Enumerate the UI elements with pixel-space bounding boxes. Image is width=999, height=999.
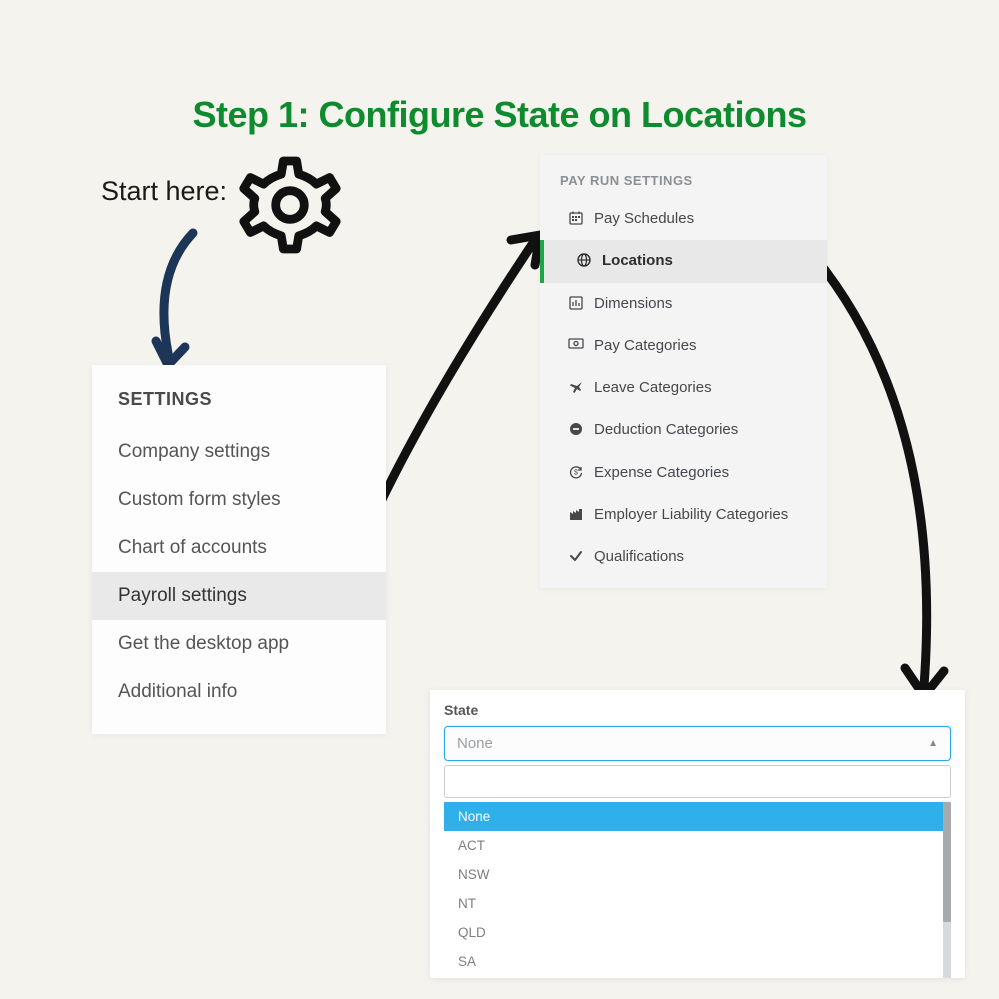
state-options-list: None ACT NSW NT QLD SA TAS: [444, 802, 951, 978]
payrun-item-expense-categories[interactable]: $ Expense Categories: [540, 452, 827, 494]
settings-item-chart-accounts[interactable]: Chart of accounts: [92, 524, 386, 572]
settings-item-custom-forms[interactable]: Custom form styles: [92, 476, 386, 524]
state-option-sa[interactable]: SA: [444, 947, 943, 976]
state-select[interactable]: None ▲: [444, 726, 951, 761]
payrun-item-qualifications[interactable]: Qualifications: [540, 536, 827, 578]
payrun-item-label: Leave Categories: [594, 378, 712, 398]
calendar-icon: [568, 211, 584, 225]
settings-item-payroll[interactable]: Payroll settings: [92, 572, 386, 620]
refresh-dollar-icon: $: [568, 465, 584, 479]
state-option-tas[interactable]: TAS: [444, 976, 943, 978]
arrow-gear-to-settings: [138, 225, 218, 375]
settings-panel: SETTINGS Company settings Custom form st…: [92, 365, 386, 734]
payrun-item-pay-categories[interactable]: Pay Categories: [540, 325, 827, 367]
payrun-item-label: Deduction Categories: [594, 420, 738, 440]
state-option-qld[interactable]: QLD: [444, 918, 943, 947]
payrun-item-leave-categories[interactable]: Leave Categories: [540, 367, 827, 409]
payrun-item-label: Employer Liability Categories: [594, 505, 788, 525]
start-here-label: Start here:: [101, 176, 227, 207]
payrun-item-label: Locations: [602, 251, 673, 271]
settings-heading: SETTINGS: [92, 365, 386, 428]
page-title: Step 1: Configure State on Locations: [0, 94, 999, 136]
globe-icon: [576, 253, 592, 267]
payrun-item-label: Dimensions: [594, 294, 672, 314]
caret-up-icon: ▲: [928, 738, 938, 749]
arrow-payrun-to-state: [804, 246, 964, 706]
state-panel: State None ▲ None ACT NSW NT QLD SA TAS: [430, 690, 965, 978]
settings-item-desktop-app[interactable]: Get the desktop app: [92, 620, 386, 668]
chart-icon: [568, 296, 584, 310]
payrun-item-employer-liability[interactable]: Employer Liability Categories: [540, 494, 827, 536]
state-option-nsw[interactable]: NSW: [444, 860, 943, 889]
svg-text:$: $: [574, 469, 578, 476]
payrun-item-dimensions[interactable]: Dimensions: [540, 283, 827, 325]
state-label: State: [444, 702, 951, 718]
payrun-item-label: Qualifications: [594, 547, 684, 567]
payrun-item-label: Expense Categories: [594, 463, 729, 483]
state-option-none[interactable]: None: [444, 802, 943, 831]
state-option-nt[interactable]: NT: [444, 889, 943, 918]
state-search-input[interactable]: [444, 765, 951, 798]
settings-item-additional-info[interactable]: Additional info: [92, 668, 386, 716]
payrun-item-label: Pay Categories: [594, 336, 697, 356]
settings-item-company[interactable]: Company settings: [92, 428, 386, 476]
payrun-item-locations[interactable]: Locations: [540, 240, 827, 282]
scrollbar-thumb[interactable]: [943, 802, 951, 922]
payrun-item-label: Pay Schedules: [594, 209, 694, 229]
state-selected-value: None: [457, 735, 493, 752]
minus-circle-icon: [568, 422, 584, 436]
factory-icon: [568, 507, 584, 521]
payrun-item-deduction-categories[interactable]: Deduction Categories: [540, 409, 827, 451]
payrun-item-pay-schedules[interactable]: Pay Schedules: [540, 198, 827, 240]
banknote-icon: [568, 338, 584, 350]
payrun-panel: PAY RUN SETTINGS Pay Schedules Locations…: [540, 155, 827, 588]
check-icon: [568, 549, 584, 563]
plane-icon: [568, 380, 584, 394]
state-option-act[interactable]: ACT: [444, 831, 943, 860]
payrun-heading: PAY RUN SETTINGS: [540, 155, 827, 198]
